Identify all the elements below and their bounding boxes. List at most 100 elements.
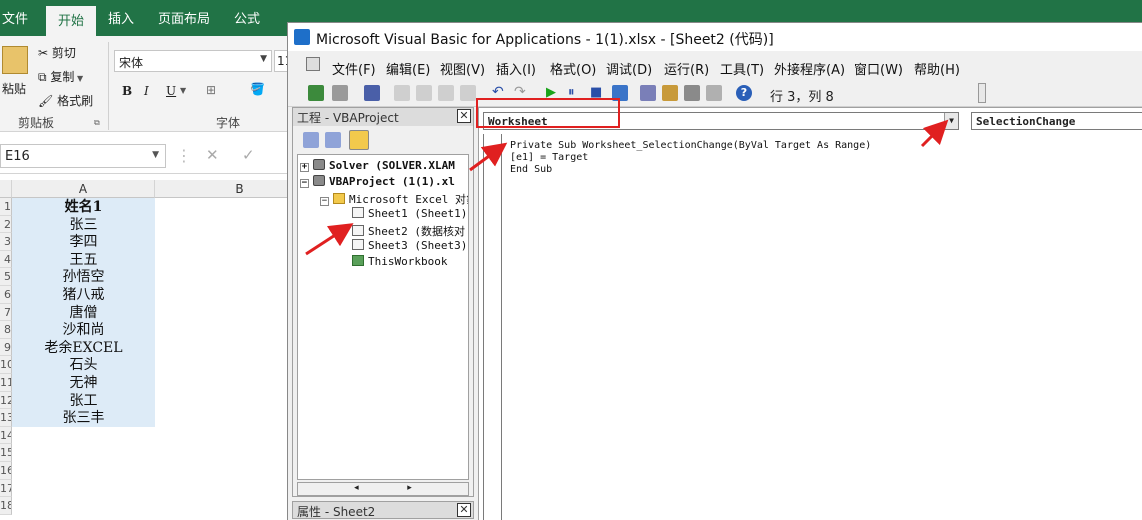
header-cell[interactable]: 姓名1 (12, 198, 155, 216)
table-cell[interactable]: 石头 (12, 356, 155, 374)
row-header[interactable]: 13 (0, 409, 12, 427)
table-cell[interactable]: 王五 (12, 250, 155, 269)
code-margin[interactable] (484, 134, 502, 520)
row-header[interactable]: 11 (0, 374, 12, 392)
table-cell[interactable]: 沙和尚 (12, 321, 155, 339)
table-cell[interactable]: 李四 (12, 233, 155, 251)
chevron-down-icon[interactable]: ▼ (944, 113, 958, 129)
code-line-2[interactable]: [e1] = Target (510, 152, 588, 163)
table-cell[interactable]: 张三 (12, 215, 155, 234)
row-header[interactable]: 2 (0, 215, 12, 234)
row-header[interactable]: 5 (0, 268, 12, 286)
row-header[interactable]: 18 (0, 497, 12, 515)
toolbar-overflow[interactable] (978, 83, 986, 103)
row-header[interactable]: 6 (0, 286, 12, 304)
code-editor[interactable]: Private Sub Worksheet_SelectionChange(By… (483, 134, 1142, 520)
cancel-icon[interactable]: ✕ (206, 146, 219, 164)
row-header[interactable]: 8 (0, 321, 12, 339)
bold-button[interactable]: B (122, 84, 132, 98)
select-all-corner[interactable] (0, 180, 12, 198)
paste-icon[interactable] (438, 85, 454, 101)
close-icon[interactable]: ✕ (457, 503, 471, 517)
name-box[interactable]: E16 ▼ (0, 144, 166, 168)
menu-run[interactable]: 运行(R) (664, 59, 709, 78)
row-header[interactable]: 10 (0, 356, 12, 374)
properties-window-icon[interactable] (662, 85, 678, 101)
menu-insert[interactable]: 插入(I) (496, 59, 536, 78)
tab-home[interactable]: 开始 (46, 6, 97, 37)
view-excel-icon[interactable] (308, 85, 324, 101)
table-cell[interactable]: 唐僧 (12, 303, 155, 322)
tree-node-sheet2[interactable]: Sheet2 (数据核对 (352, 223, 465, 239)
column-header-a[interactable]: A (12, 180, 155, 198)
tree-node-thisworkbook[interactable]: ThisWorkbook (352, 255, 447, 268)
menu-addins[interactable]: 外接程序(A) (774, 59, 845, 78)
table-cell[interactable]: 猪八戒 (12, 286, 155, 304)
table-cell[interactable]: 孙悟空 (12, 268, 155, 286)
tree-node-vbaproject[interactable]: − VBAProject (1(1).xl (300, 175, 455, 188)
toggle-folders-icon[interactable] (349, 130, 369, 150)
table-cell[interactable]: 无神 (12, 374, 155, 392)
menu-debug[interactable]: 调试(D) (606, 59, 652, 78)
project-explorer-icon[interactable] (640, 85, 656, 101)
tab-formulas[interactable]: 公式 (234, 8, 260, 27)
row-header[interactable]: 3 (0, 233, 12, 251)
menu-tools[interactable]: 工具(T) (720, 59, 764, 78)
row-header[interactable]: 7 (0, 303, 12, 322)
save-icon[interactable] (364, 85, 380, 101)
code-line-3[interactable]: End Sub (510, 164, 552, 175)
row-header[interactable]: 16 (0, 462, 12, 480)
row-header[interactable]: 17 (0, 479, 12, 498)
code-line-1[interactable]: Private Sub Worksheet_SelectionChange(By… (510, 140, 871, 151)
row-header[interactable]: 15 (0, 444, 12, 462)
enter-icon[interactable]: ✓ (242, 146, 255, 164)
cut-icon[interactable] (394, 85, 410, 101)
copy-icon: ⧉ (38, 70, 51, 84)
procedure-combo[interactable]: SelectionChange (971, 112, 1142, 130)
tree-node-sheet3[interactable]: Sheet3 (Sheet3) (352, 239, 467, 252)
copy-button[interactable]: ⧉ 复制 ▼ (38, 68, 83, 85)
table-cell[interactable]: 张工 (12, 391, 155, 410)
row-header[interactable]: 12 (0, 391, 12, 410)
format-painter-button[interactable]: 🖌 格式刷 (38, 92, 93, 109)
underline-button[interactable]: U (166, 84, 176, 98)
insert-module-icon[interactable] (332, 85, 348, 101)
menu-view[interactable]: 视图(V) (440, 59, 485, 78)
italic-button[interactable]: I (144, 84, 149, 98)
copy-icon[interactable] (416, 85, 432, 101)
tab-page-layout[interactable]: 页面布局 (158, 8, 210, 27)
object-browser-icon[interactable] (684, 85, 700, 101)
row-header[interactable]: 9 (0, 338, 12, 357)
table-cell[interactable]: 张三丰 (12, 409, 155, 427)
view-code-icon[interactable] (303, 132, 319, 148)
cut-button[interactable]: ✂ 剪切 (38, 44, 76, 61)
font-name-select[interactable]: 宋体 ▼ (114, 50, 272, 72)
menu-format[interactable]: 格式(O) (550, 59, 596, 78)
tree-node-solver[interactable]: + Solver (SOLVER.XLAM (300, 159, 455, 172)
tab-insert[interactable]: 插入 (108, 8, 134, 27)
help-icon[interactable]: ? (736, 85, 752, 101)
view-object-icon[interactable] (325, 132, 341, 148)
row-header[interactable]: 14 (0, 426, 12, 445)
tree-node-sheet1[interactable]: Sheet1 (Sheet1) (352, 207, 467, 220)
menu-edit[interactable]: 编辑(E) (386, 59, 430, 78)
underline-dropdown-icon[interactable]: ▼ (180, 86, 186, 95)
dialog-launcher-icon[interactable]: ⧉ (94, 118, 100, 128)
border-icon[interactable]: ⊞ (206, 83, 216, 97)
row-header[interactable]: 1 (0, 198, 12, 216)
tree-horizontal-scrollbar[interactable]: ◂ ▸ (297, 482, 469, 496)
sheet-icon (352, 239, 364, 250)
menu-file[interactable]: 文件(F) (332, 59, 376, 78)
menu-window[interactable]: 窗口(W) (854, 59, 903, 78)
tree-node-excel-objects[interactable]: − Microsoft Excel 对象 (320, 191, 468, 207)
document-menu-icon[interactable] (306, 57, 320, 71)
close-icon[interactable]: ✕ (457, 109, 471, 123)
paste-button[interactable]: 粘贴 (2, 80, 26, 97)
fill-color-icon[interactable]: 🪣 (250, 82, 265, 96)
table-cell[interactable]: 老余EXCEL (12, 338, 155, 357)
tab-file[interactable]: 文件 (2, 8, 28, 27)
find-icon[interactable] (460, 85, 476, 101)
row-header[interactable]: 4 (0, 250, 12, 269)
toolbox-icon[interactable] (706, 85, 722, 101)
menu-help[interactable]: 帮助(H) (914, 59, 960, 78)
